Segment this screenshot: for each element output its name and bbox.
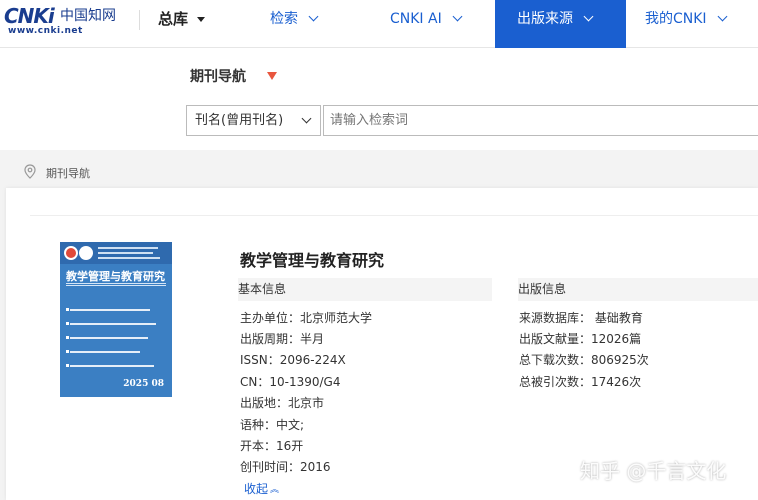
cover-line [98,247,158,249]
search-input[interactable] [323,105,758,136]
cover-line [98,252,153,254]
journal-navigation-dropdown[interactable]: 期刊导航 [190,66,246,86]
nav-total-library[interactable]: 总库 [158,0,206,48]
chevron-down-icon [301,113,312,124]
nav-cnki-ai[interactable]: CNKI AI [390,0,463,48]
publication-info-header: 出版信息 [518,278,758,301]
nav-my-cnki-label: 我的CNKI [645,11,707,27]
cover-subtitle-rule [66,283,166,286]
chevron-down-icon [717,11,728,22]
caret-down-icon [197,17,206,22]
info-cn: CN：10-1390/G4 [240,375,341,389]
cover-header-band [60,242,172,264]
chevron-down-icon [583,11,594,22]
cover-title: 教学管理与教育研究 [66,270,165,283]
cover-bullet [66,364,69,367]
basic-info-header: 基本信息 [238,278,492,301]
nav-divider [139,10,140,30]
info-founded: 创刊时间：2016 [240,460,331,474]
location-pin-icon [24,164,36,179]
cover-line [98,257,160,259]
nav-cnki-ai-label: CNKI AI [390,11,442,27]
nav-my-cnki[interactable]: 我的CNKI [645,0,728,48]
logo-chinese-name: 中国知网 [60,8,116,24]
logo-url: www.cnki.net [8,26,83,36]
info-frequency: 出版周期：半月 [240,332,325,346]
divider [30,215,758,216]
search-field-select[interactable]: 刊名(曾用刊名) [186,105,321,136]
top-navigation: CNKi 中国知网 www.cnki.net 总库 检索 CNKI AI 出版来… [0,0,758,48]
nav-publication-sources[interactable]: 出版来源 [495,0,626,48]
info-format: 开本：16开 [240,439,304,453]
chevron-down-icon [452,11,463,22]
triangle-down-icon[interactable] [267,72,277,80]
watermark: 知乎 @千言文化 [580,459,727,483]
nav-search-label: 检索 [270,11,298,27]
info-source-database: 来源数据库： 基础教育 [519,311,643,325]
cover-bullet [66,350,69,353]
info-issn: ISSN：2096-224X [240,353,346,367]
cover-bullet [66,308,69,311]
info-citations: 总被引次数：17426次 [519,375,642,389]
collapse-label: 收起 [244,482,269,496]
cover-line [70,365,154,367]
nav-publication-sources-label: 出版来源 [517,11,573,27]
cover-emblem-icon [79,246,93,260]
cover-line [70,309,150,311]
cover-line [70,351,140,353]
breadcrumb[interactable]: 期刊导航 [46,165,90,181]
cover-line [70,337,148,339]
chevron-down-icon [308,11,319,22]
collapse-button[interactable]: 收起 ︽ [244,480,279,497]
cover-bullet [66,322,69,325]
journal-detail-card: 教学管理与教育研究 2025 08 [6,188,758,500]
cover-seal-icon [64,246,78,260]
nav-search[interactable]: 检索 [270,0,319,48]
journal-title: 教学管理与教育研究 [240,251,385,270]
info-literature-count: 出版文献量：12026篇 [519,332,642,346]
journal-cover-image[interactable]: 教学管理与教育研究 2025 08 [60,242,172,397]
search-field-value: 刊名(曾用刊名) [195,113,284,128]
info-downloads: 总下载次数：806925次 [519,353,649,367]
nav-total-library-label: 总库 [158,10,189,28]
logo-brand: CNKi [4,4,55,28]
info-sponsor: 主办单位：北京师范大学 [240,311,373,325]
cover-bullet [66,336,69,339]
info-place: 出版地：北京市 [240,396,325,410]
cnki-logo[interactable]: CNKi 中国知网 www.cnki.net [4,5,124,37]
cover-issue-number: 2025 08 [123,379,164,389]
cover-line [70,323,156,325]
double-chevron-up-icon: ︽ [270,485,280,495]
info-language: 语种：中文; [240,418,305,432]
